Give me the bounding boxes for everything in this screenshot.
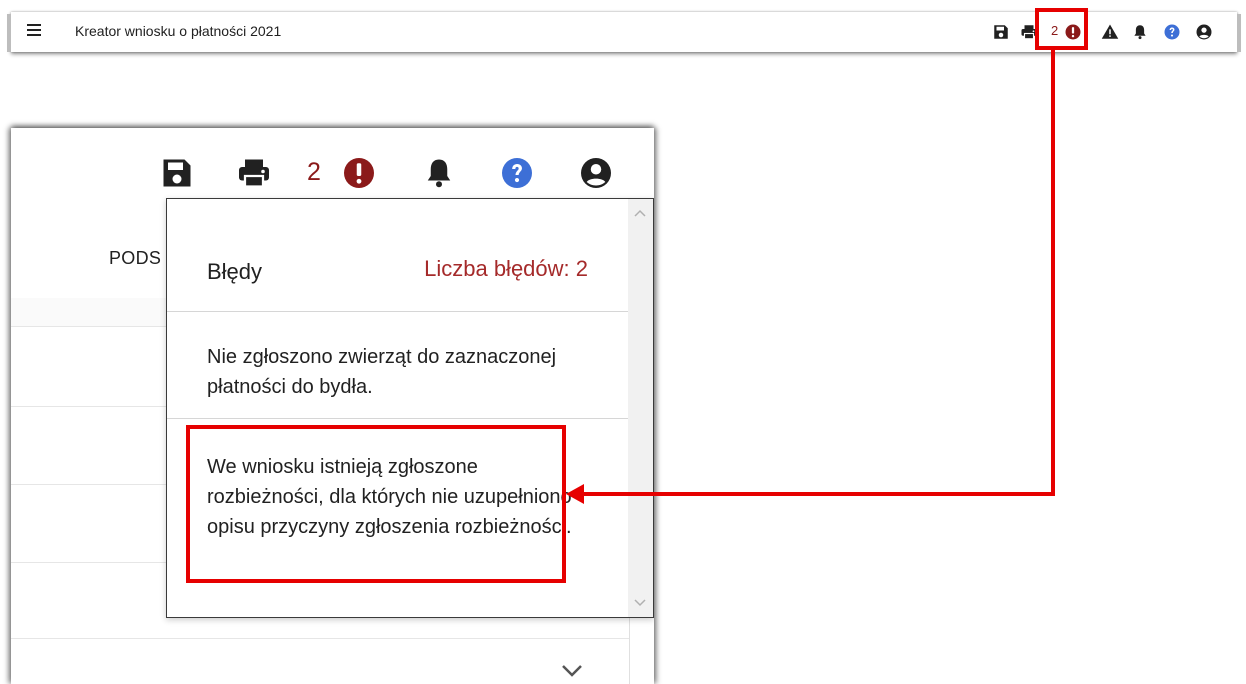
highlight-error-indicator	[1035, 8, 1088, 50]
connector-line	[1051, 50, 1055, 496]
bell-icon[interactable]	[1131, 23, 1149, 41]
menu-icon[interactable]	[27, 24, 41, 40]
bell-icon[interactable]	[421, 155, 457, 191]
highlight-error-item	[186, 425, 566, 583]
errors-title: Błędy	[207, 259, 263, 284]
scrollbar[interactable]	[628, 199, 653, 617]
error-count[interactable]: 2	[307, 158, 321, 187]
arrow-icon	[566, 484, 584, 504]
app-title: Kreator wniosku o płatności 2021	[75, 23, 282, 39]
scroll-down-icon[interactable]	[634, 599, 646, 607]
error-icon[interactable]	[341, 155, 377, 191]
toolbar-shadow-left	[7, 14, 11, 52]
error-item[interactable]: Nie zgłoszono zwierząt do zaznaczonej pł…	[167, 312, 628, 419]
account-icon[interactable]	[578, 155, 614, 191]
help-icon[interactable]	[499, 155, 535, 191]
scroll-up-icon[interactable]	[634, 209, 646, 217]
save-icon[interactable]	[159, 155, 195, 191]
warning-icon[interactable]	[1101, 23, 1119, 41]
account-icon[interactable]	[1195, 23, 1213, 41]
divider	[11, 638, 629, 639]
errors-count-label: Liczba błędów: 2	[424, 256, 588, 281]
toolbar-shadow-right	[1237, 14, 1241, 52]
errors-header: Błędy Liczba błędów: 2	[167, 199, 628, 312]
connector-line	[580, 492, 1055, 496]
help-icon[interactable]	[1163, 23, 1181, 41]
chevron-down-icon[interactable]	[561, 664, 583, 678]
tab-partial-label[interactable]: PODS	[109, 248, 161, 269]
save-icon[interactable]	[992, 23, 1010, 41]
zoomed-view: 2 PODS Błędy Liczba błędów: 2 Nie zgłosz…	[11, 128, 654, 684]
print-icon[interactable]	[236, 155, 272, 191]
